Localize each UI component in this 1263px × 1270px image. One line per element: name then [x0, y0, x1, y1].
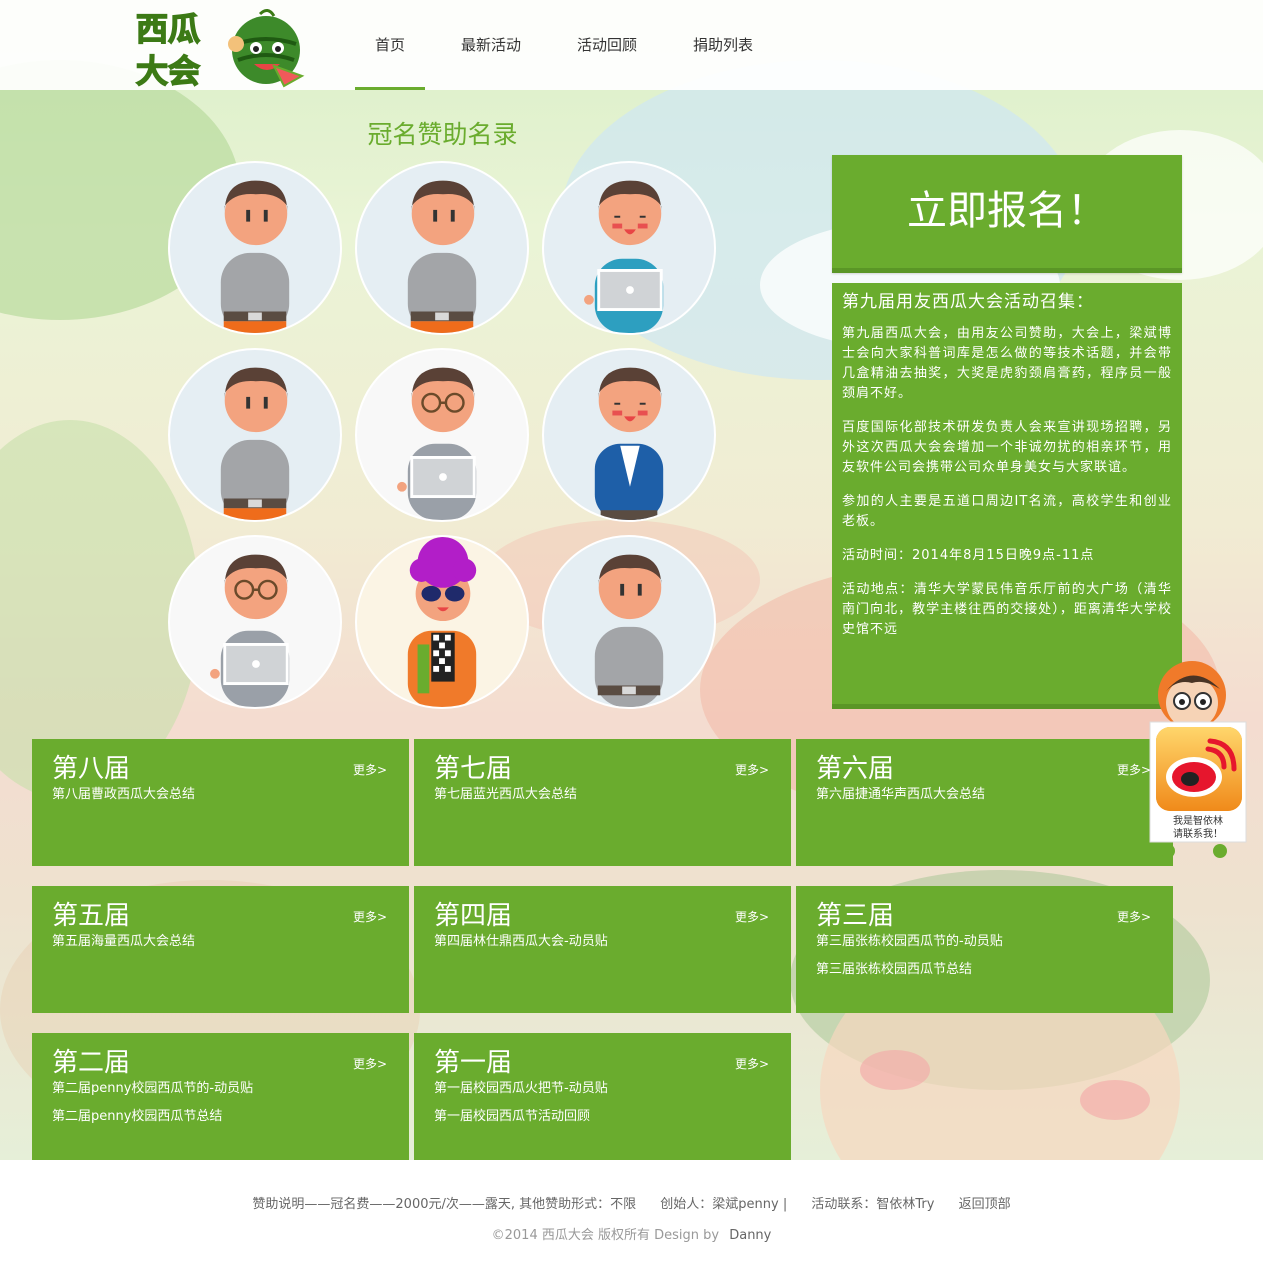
session-article-link[interactable]: 第四届林仕鼎西瓜大会-动员贴: [434, 932, 771, 952]
more-link[interactable]: 更多>: [735, 908, 769, 925]
sponsor-section-title: 冠名赞助名录: [367, 120, 518, 149]
session-article-link[interactable]: 第一届校园西瓜节活动回顾: [434, 1107, 771, 1127]
session-article-link[interactable]: 第二届penny校园西瓜节总结: [52, 1107, 389, 1127]
footer-contact: 活动联系：智依林Try: [811, 1197, 935, 1212]
more-link[interactable]: 更多>: [353, 1055, 387, 1072]
more-link[interactable]: 更多>: [353, 761, 387, 778]
notice-paragraph: 第九届西瓜大会，由用友公司赞助，大会上，梁斌博士会向大家科普词库是怎么做的等技术…: [842, 326, 1172, 401]
footer-founder: 创始人：梁斌penny |: [660, 1197, 788, 1212]
session-card-5: 第五届 更多> 第五届海量西瓜大会总结: [32, 886, 409, 1013]
footer-sponsor-note: 赞助说明——冠名费——2000元/次——露天, 其他赞助形式：不限: [252, 1197, 637, 1212]
copyright-text: ©2014 西瓜大会 版权所有 Design by: [491, 1228, 720, 1243]
notice-title: 第九届用友西瓜大会活动召集：: [842, 292, 1094, 312]
site-logo[interactable]: 西瓜 大会: [134, 4, 308, 91]
session-title: 第一届: [434, 1048, 513, 1078]
logo-text-line1: 西瓜: [136, 10, 200, 48]
session-card-2: 第二届 更多> 第二届penny校园西瓜节的-动员贴 第二届penny校园西瓜节…: [32, 1033, 409, 1160]
session-article-link[interactable]: 第五届海量西瓜大会总结: [52, 932, 389, 952]
more-link[interactable]: 更多>: [1117, 908, 1151, 925]
avatar-grey-shirt-icon[interactable]: [542, 535, 716, 709]
back-to-top-link[interactable]: 返回顶部: [959, 1197, 1011, 1212]
session-title: 第二届: [52, 1048, 131, 1078]
avatar-laptop-blue-icon[interactable]: [542, 161, 716, 335]
session-card-8: 第八届 更多> 第八届曹政西瓜大会总结: [32, 739, 409, 866]
more-link[interactable]: 更多>: [735, 1055, 769, 1072]
session-title: 第五届: [52, 901, 131, 931]
avatar-blue-jacket-icon[interactable]: [542, 348, 716, 522]
session-title: 第三届: [816, 901, 895, 931]
session-card-4: 第四届 更多> 第四届林仕鼎西瓜大会-动员贴: [414, 886, 791, 1013]
avatar-grey-shirt-icon[interactable]: [168, 348, 342, 522]
site-header: 西瓜 大会 首页 最新活动 活动回顾 捐助列表: [0, 0, 1263, 91]
session-article-link[interactable]: 第三届张栋校园西瓜节的-动员贴: [816, 932, 1153, 952]
session-card-3: 第三届 更多> 第三届张栋校园西瓜节的-动员贴 第三届张栋校园西瓜节总结: [796, 886, 1173, 1013]
site-footer: 赞助说明——冠名费——2000元/次——露天, 其他赞助形式：不限 创始人：梁斌…: [0, 1160, 1263, 1270]
more-link[interactable]: 更多>: [353, 908, 387, 925]
main-nav: 首页 最新活动 活动回顾 捐助列表: [355, 0, 789, 90]
avatar-purple-hair-icon[interactable]: [355, 535, 529, 709]
signup-button[interactable]: 立即报名！: [832, 155, 1182, 273]
watermelon-logo-icon: 西瓜 大会: [135, 9, 305, 91]
bg-cheek: [860, 1050, 930, 1090]
weibo-contact-widget[interactable]: 我是智依林 请联系我！: [1148, 655, 1248, 860]
session-title: 第六届: [816, 754, 895, 784]
notice-event-location: 活动地点：清华大学蒙民伟音乐厅前的大广场（清华南门向北，教学主楼往西的交接处），…: [842, 582, 1172, 637]
session-title: 第七届: [434, 754, 513, 784]
bg-cheek: [1080, 1080, 1150, 1120]
session-card-7: 第七届 更多> 第七届蓝光西瓜大会总结: [414, 739, 791, 866]
avatar-glasses-laptop-icon[interactable]: [168, 535, 342, 709]
session-article-link[interactable]: 第二届penny校园西瓜节的-动员贴: [52, 1079, 389, 1099]
session-article-link[interactable]: 第三届张栋校园西瓜节总结: [816, 960, 1153, 980]
notice-paragraph: 参加的人主要是五道口周边IT名流，高校学生和创业老板。: [842, 494, 1172, 529]
session-card-1: 第一届 更多> 第一届校园西瓜火把节-动员贴 第一届校园西瓜节活动回顾: [414, 1033, 791, 1160]
nav-item-donation-list[interactable]: 捐助列表: [673, 0, 773, 90]
weibo-caption-line2: 请联系我！: [1173, 829, 1223, 840]
nav-item-home[interactable]: 首页: [355, 0, 426, 90]
nav-item-latest-events[interactable]: 最新活动: [441, 0, 541, 90]
footer-info: 赞助说明——冠名费——2000元/次——露天, 其他赞助形式：不限 创始人：梁斌…: [0, 1193, 1263, 1212]
designer-name: Danny: [729, 1228, 772, 1243]
more-link[interactable]: 更多>: [735, 761, 769, 778]
notice-paragraph: 百度国际化部技术研发负责人会来宣讲现场招聘，另外这次西瓜大会会增加一个非诚勿扰的…: [842, 420, 1172, 475]
session-title: 第四届: [434, 901, 513, 931]
session-article-link[interactable]: 第八届曹政西瓜大会总结: [52, 785, 389, 805]
more-link[interactable]: 更多>: [1117, 761, 1151, 778]
session-card-6: 第六届 更多> 第六届捷通华声西瓜大会总结: [796, 739, 1173, 866]
avatar-glasses-laptop-icon[interactable]: [355, 348, 529, 522]
avatar-grey-shirt-icon[interactable]: [355, 161, 529, 335]
event-notice-panel: 第九届用友西瓜大会活动召集： 第九届西瓜大会，由用友公司赞助，大会上，梁斌博士会…: [832, 283, 1182, 709]
session-title: 第八届: [52, 754, 131, 784]
session-article-link[interactable]: 第七届蓝光西瓜大会总结: [434, 785, 771, 805]
notice-event-time: 活动时间：2014年8月15日晚9点-11点: [842, 548, 1095, 563]
footer-copyright: ©2014 西瓜大会 版权所有 Design by Danny: [0, 1224, 1263, 1243]
session-article-link[interactable]: 第六届捷通华声西瓜大会总结: [816, 785, 1153, 805]
nav-item-event-review[interactable]: 活动回顾: [557, 0, 657, 90]
avatar-grey-shirt-icon[interactable]: [168, 161, 342, 335]
logo-text-line2: 大会: [136, 52, 200, 88]
session-article-link[interactable]: 第一届校园西瓜火把节-动员贴: [434, 1079, 771, 1099]
